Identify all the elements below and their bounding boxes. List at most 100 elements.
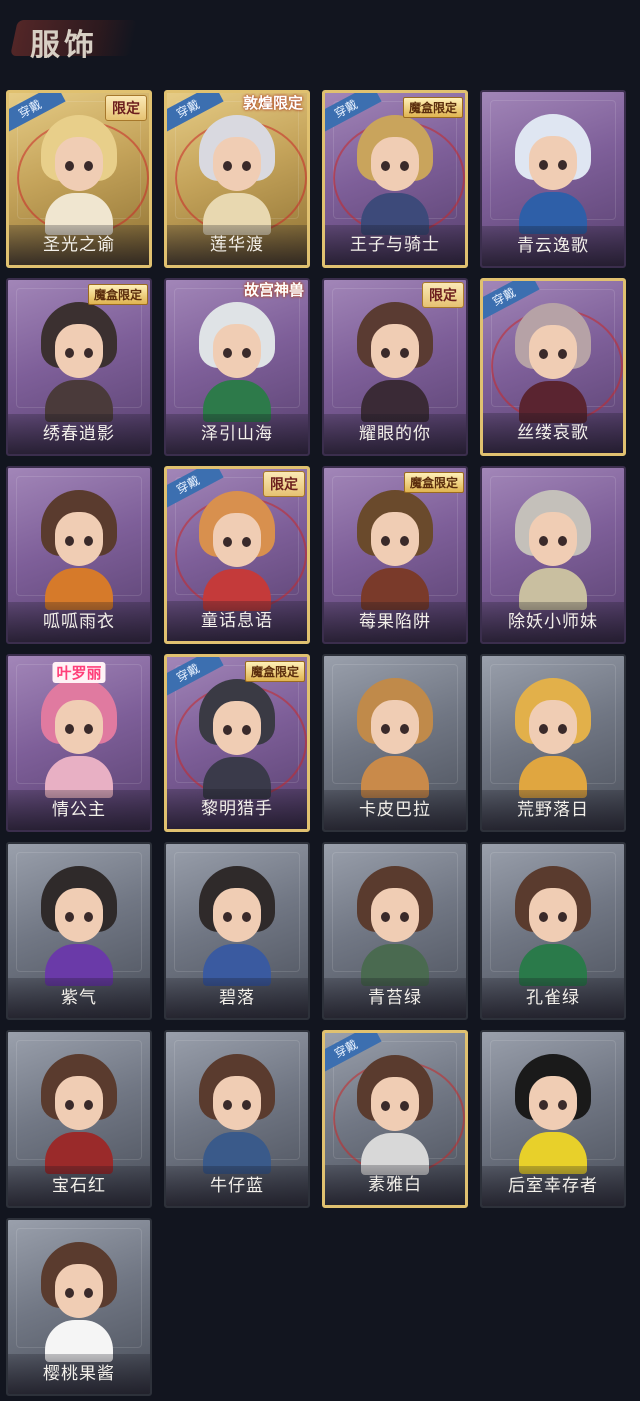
portrait-eye	[84, 912, 93, 922]
portrait-eye	[84, 536, 93, 546]
portrait-eye	[223, 537, 232, 547]
portrait-eye	[242, 725, 251, 735]
costume-card[interactable]: 素雅白 穿戴	[322, 1030, 468, 1208]
costume-card[interactable]: 孔雀绿	[480, 842, 626, 1020]
portrait-face	[55, 1076, 103, 1130]
costume-card[interactable]: 后室幸存者	[480, 1030, 626, 1208]
costume-name: 绣春逍影	[43, 424, 115, 444]
portrait-face	[371, 1077, 419, 1131]
costume-card[interactable]: 青苔绿	[322, 842, 468, 1020]
portrait-eye	[381, 536, 390, 546]
limited-badge: 限定	[422, 282, 464, 308]
character-portrait	[349, 678, 441, 798]
character-portrait	[33, 678, 125, 798]
portrait-face	[529, 1076, 577, 1130]
portrait-eye	[381, 1101, 390, 1111]
magic-box-limited-badge: 魔盒限定	[402, 97, 463, 118]
costume-card[interactable]: 卡皮巴拉	[322, 654, 468, 832]
portrait-face	[213, 324, 261, 378]
costume-card[interactable]: 碧落	[164, 842, 310, 1020]
portrait-eye	[539, 536, 548, 546]
portrait-eye	[558, 349, 567, 359]
costume-card[interactable]: 呱呱雨衣	[6, 466, 152, 644]
portrait-eye	[223, 912, 232, 922]
portrait-eye	[65, 1288, 74, 1298]
portrait-eye	[84, 724, 93, 734]
costume-card[interactable]: 王子与骑士 穿戴 魔盒限定	[322, 90, 468, 268]
costume-name: 荒野落日	[517, 800, 589, 820]
costume-card[interactable]: 樱桃果酱	[6, 1218, 152, 1396]
portrait-eye	[400, 161, 409, 171]
portrait-face	[529, 700, 577, 754]
costume-card[interactable]: 除妖小师妹	[480, 466, 626, 644]
costume-name: 青苔绿	[368, 988, 422, 1008]
costume-card[interactable]: 情公主 叶罗丽	[6, 654, 152, 832]
character-portrait	[507, 1054, 599, 1174]
costume-name: 孔雀绿	[526, 988, 580, 1008]
portrait-eye	[65, 724, 74, 734]
costume-card[interactable]: 紫气	[6, 842, 152, 1020]
character-portrait	[349, 115, 441, 235]
character-portrait	[349, 866, 441, 986]
portrait-eye	[558, 724, 567, 734]
costume-card[interactable]: 宝石红	[6, 1030, 152, 1208]
character-portrait	[191, 679, 283, 799]
costume-name: 耀眼的你	[359, 424, 431, 444]
portrait-eye	[558, 160, 567, 170]
character-portrait	[191, 115, 283, 235]
costume-card[interactable]: 青云逸歌	[480, 90, 626, 268]
costume-card[interactable]: 莲华渡 穿戴 敦煌限定	[164, 90, 310, 268]
portrait-eye	[242, 537, 251, 547]
costume-card[interactable]: 泽引山海 故宫神兽	[164, 278, 310, 456]
portrait-eye	[65, 348, 74, 358]
character-portrait	[191, 302, 283, 422]
portrait-face	[213, 1076, 261, 1130]
portrait-eye	[558, 1100, 567, 1110]
costume-card[interactable]: 莓果陷阱 魔盒限定	[322, 466, 468, 644]
character-portrait	[349, 1055, 441, 1175]
portrait-face	[55, 137, 103, 191]
portrait-face	[55, 324, 103, 378]
character-portrait	[33, 1242, 125, 1362]
costume-name: 王子与骑士	[350, 235, 440, 255]
portrait-eye	[242, 161, 251, 171]
portrait-eye	[558, 912, 567, 922]
costume-name: 素雅白	[368, 1175, 422, 1195]
portrait-eye	[223, 348, 232, 358]
portrait-face	[529, 136, 577, 190]
costume-card[interactable]: 圣光之谕 穿戴 限定	[6, 90, 152, 268]
portrait-face	[371, 700, 419, 754]
costume-card[interactable]: 童话息语 穿戴 限定	[164, 466, 310, 644]
portrait-eye	[65, 536, 74, 546]
magic-box-limited-badge: 魔盒限定	[244, 661, 305, 682]
portrait-eye	[400, 1101, 409, 1111]
costume-card[interactable]: 黎明猎手 穿戴 魔盒限定	[164, 654, 310, 832]
costume-card[interactable]: 荒野落日	[480, 654, 626, 832]
portrait-eye	[539, 349, 548, 359]
character-portrait	[33, 302, 125, 422]
costume-card[interactable]: 绣春逍影 魔盒限定	[6, 278, 152, 456]
portrait-eye	[65, 1100, 74, 1110]
costume-name: 呱呱雨衣	[43, 612, 115, 632]
portrait-eye	[65, 161, 74, 171]
collab-logo-badge: 叶罗丽	[52, 662, 106, 683]
portrait-eye	[539, 912, 548, 922]
portrait-eye	[381, 161, 390, 171]
magic-box-limited-badge: 魔盒限定	[87, 284, 148, 305]
character-portrait	[33, 866, 125, 986]
costume-name: 碧落	[219, 988, 255, 1008]
character-portrait	[191, 866, 283, 986]
portrait-face	[371, 888, 419, 942]
costume-name: 牛仔蓝	[210, 1176, 264, 1196]
costume-card[interactable]: 丝缕哀歌 穿戴	[480, 278, 626, 456]
portrait-eye	[223, 725, 232, 735]
portrait-face	[529, 512, 577, 566]
portrait-eye	[381, 348, 390, 358]
portrait-eye	[223, 161, 232, 171]
character-portrait	[507, 114, 599, 234]
portrait-eye	[558, 536, 567, 546]
portrait-face	[371, 137, 419, 191]
portrait-face	[55, 888, 103, 942]
costume-card[interactable]: 牛仔蓝	[164, 1030, 310, 1208]
costume-card[interactable]: 耀眼的你 限定	[322, 278, 468, 456]
